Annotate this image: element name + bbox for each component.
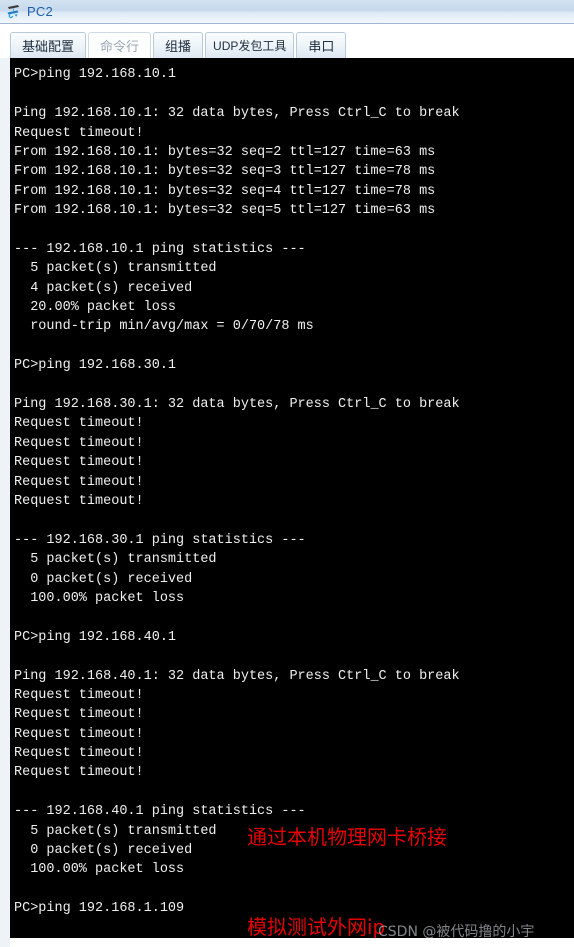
terminal-line: Request timeout! bbox=[14, 687, 144, 703]
terminal-line: From 192.168.10.1: bytes=32 seq=5 ttl=12… bbox=[14, 203, 436, 219]
terminal-line: 100.00% packet loss bbox=[14, 862, 185, 878]
terminal-line: PC>ping 192.168.10.1 bbox=[14, 67, 177, 83]
tab-1[interactable]: 命令行 bbox=[88, 32, 152, 58]
terminal-line: Request timeout! bbox=[14, 726, 144, 742]
network-pc-icon bbox=[5, 3, 23, 21]
tab-label: UDP发包工具 bbox=[213, 39, 287, 53]
terminal-line: 20.00% packet loss bbox=[14, 300, 177, 316]
terminal-line: From 192.168.10.1: bytes=32 seq=3 ttl=12… bbox=[14, 164, 436, 180]
terminal-line: Request timeout! bbox=[14, 474, 144, 490]
terminal-line: PC>ping 192.168.40.1 bbox=[14, 629, 177, 645]
terminal-line: 4 packet(s) received bbox=[14, 280, 193, 296]
terminal-line: Request timeout! bbox=[14, 493, 144, 509]
tab-4[interactable]: 串口 bbox=[296, 32, 347, 58]
terminal-line: --- 192.168.10.1 ping statistics --- bbox=[14, 241, 306, 257]
terminal-line: 0 packet(s) received bbox=[14, 571, 193, 587]
terminal-line: 5 packet(s) transmitted bbox=[14, 552, 217, 568]
terminal-line: From 192.168.10.1: bytes=32 seq=4 ttl=12… bbox=[14, 183, 436, 199]
terminal-output: PC> PC>ping 192.168.10.1 Ping 192.168.10.1… bbox=[10, 58, 574, 938]
terminal-line: Request timeout! bbox=[14, 416, 144, 432]
terminal-line: 5 packet(s) transmitted bbox=[14, 823, 217, 839]
terminal-line: Request timeout! bbox=[14, 765, 144, 781]
window-title: PC2 bbox=[27, 4, 53, 19]
terminal-line: 100.00% packet loss bbox=[14, 590, 185, 606]
terminal-line: 0 packet(s) received bbox=[14, 843, 193, 859]
terminal-line: round-trip min/avg/max = 0/70/78 ms bbox=[14, 319, 314, 335]
terminal-line: PC>ping 192.168.30.1 bbox=[14, 358, 177, 374]
terminal-line: 5 packet(s) transmitted bbox=[14, 261, 217, 277]
terminal-line: PC> bbox=[10, 58, 574, 65]
terminal-line: Ping 192.168.30.1: 32 data bytes, Press … bbox=[14, 397, 460, 413]
tab-label: 命令行 bbox=[100, 39, 140, 54]
tab-0[interactable]: 基础配置 bbox=[10, 32, 87, 58]
terminal-line: Request timeout! bbox=[14, 435, 144, 451]
terminal-line: PC>ping 192.168.1.109 bbox=[14, 901, 185, 917]
terminal-line: Ping 192.168.10.1: 32 data bytes, Press … bbox=[14, 106, 460, 122]
terminal-console[interactable]: PC> PC>ping 192.168.10.1 Ping 192.168.10.1… bbox=[0, 58, 574, 938]
pc2-terminal-window: PC2 基础配置 命令行 组播 UDP发包工具 串口 PC> PC>ping 192.16… bbox=[0, 0, 574, 947]
terminal-line: Ping 192.168.40.1: 32 data bytes, Press … bbox=[14, 668, 460, 684]
terminal-line: --- 192.168.30.1 ping statistics --- bbox=[14, 532, 306, 548]
tab-label: 串口 bbox=[308, 39, 335, 54]
window-titlebar: PC2 bbox=[0, 0, 574, 24]
terminal-line: --- 192.168.40.1 ping statistics --- bbox=[14, 804, 306, 820]
tab-label: 基础配置 bbox=[22, 39, 75, 54]
terminal-line: Request timeout! bbox=[14, 125, 144, 141]
tab-2[interactable]: 组播 bbox=[153, 32, 204, 58]
tab-list: 基础配置 命令行 组播 UDP发包工具 串口 bbox=[10, 31, 348, 58]
tab-3[interactable]: UDP发包工具 bbox=[205, 32, 295, 58]
window-bottom-strip bbox=[0, 938, 574, 947]
terminal-line: Request timeout! bbox=[14, 455, 144, 471]
tab-strip: 基础配置 命令行 组播 UDP发包工具 串口 bbox=[0, 25, 574, 58]
terminal-line: Request timeout! bbox=[14, 746, 144, 762]
terminal-line: From 192.168.10.1: bytes=32 seq=2 ttl=12… bbox=[14, 144, 436, 160]
tab-label: 组播 bbox=[165, 39, 192, 54]
terminal-line: Request timeout! bbox=[14, 707, 144, 723]
